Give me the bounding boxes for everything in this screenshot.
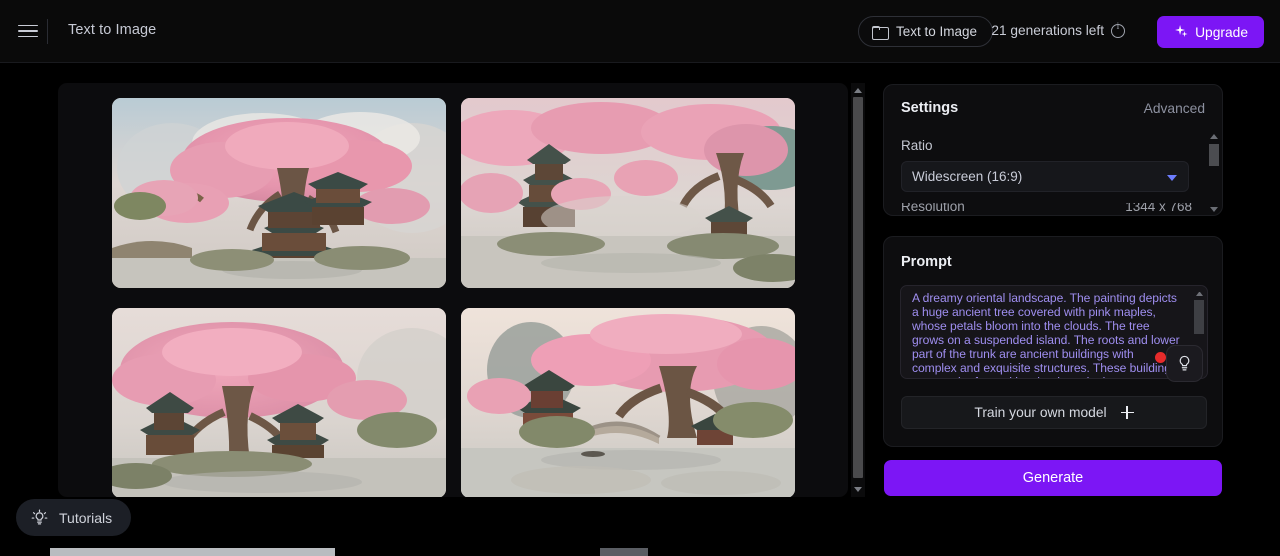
upgrade-button[interactable]: Upgrade	[1157, 16, 1264, 48]
settings-title: Settings	[901, 100, 959, 116]
settings-panel-header: Settings Advanced	[901, 100, 1205, 116]
hamburger-line	[18, 30, 38, 32]
canvas-vertical-scrollbar[interactable]	[851, 83, 865, 497]
generated-image-thumbnail[interactable]	[112, 98, 446, 288]
scroll-up-arrow-icon[interactable]	[1210, 133, 1218, 139]
project-chip-label: Text to Image	[895, 24, 977, 39]
project-chip-text-to-image[interactable]: Text to Image	[857, 16, 993, 47]
generations-left-label: 21 generations left	[991, 23, 1104, 38]
train-model-label: Train your own model	[974, 405, 1107, 420]
scroll-down-arrow-icon[interactable]	[1210, 207, 1218, 213]
scrollbar-thumb[interactable]	[853, 97, 863, 478]
settings-panel: Settings Advanced Ratio Widescreen (16:9…	[883, 84, 1223, 216]
prompt-title: Prompt	[901, 254, 952, 270]
generated-image-thumbnail[interactable]	[112, 308, 446, 497]
ratio-label: Ratio	[901, 138, 933, 153]
resolution-row: Resolution 1344 x 768	[901, 199, 1192, 215]
hamburger-line	[18, 24, 38, 27]
image-results-canvas	[58, 83, 848, 497]
prompt-textarea[interactable]: A dreamy oriental landscape. The paintin…	[900, 285, 1208, 379]
ratio-select[interactable]: Widescreen (16:9)	[901, 161, 1189, 192]
generated-image-thumbnail[interactable]	[461, 98, 795, 288]
scrollbar-thumb-secondary[interactable]	[600, 548, 648, 556]
info-icon[interactable]	[1111, 22, 1125, 38]
advanced-link[interactable]: Advanced	[1144, 101, 1205, 116]
train-your-own-model-button[interactable]: Train your own model	[901, 396, 1207, 429]
scrollbar-thumb[interactable]	[1194, 300, 1204, 334]
hamburger-menu-icon[interactable]	[18, 20, 38, 42]
scroll-up-arrow-icon[interactable]	[1195, 291, 1203, 296]
prompt-tip-button[interactable]	[1166, 345, 1203, 382]
scroll-up-arrow-icon[interactable]	[854, 87, 862, 93]
image-grid	[112, 98, 795, 497]
header-divider	[47, 19, 48, 44]
generated-image-4	[461, 308, 795, 497]
generated-image-thumbnail[interactable]	[461, 308, 795, 497]
hamburger-line	[18, 35, 38, 38]
scroll-down-arrow-icon[interactable]	[854, 487, 862, 493]
page-title: Text to Image	[68, 22, 157, 38]
folder-icon	[871, 25, 889, 40]
generated-image-3	[112, 308, 446, 497]
page-horizontal-scrollbar[interactable]	[0, 548, 1280, 556]
upgrade-button-label: Upgrade	[1195, 24, 1248, 40]
settings-scrollbar[interactable]	[1207, 133, 1220, 213]
notification-badge-dot	[1155, 352, 1166, 363]
prompt-text-value: A dreamy oriental landscape. The paintin…	[912, 291, 1180, 378]
scrollbar-thumb[interactable]	[50, 548, 335, 556]
plus-icon	[1120, 406, 1134, 419]
lightbulb-icon	[1179, 355, 1190, 371]
top-bar: Text to Image Text to Image 21 generatio…	[0, 0, 1280, 63]
sparkle-icon	[1173, 25, 1187, 39]
resolution-label: Resolution	[901, 202, 965, 212]
chevron-down-icon	[1167, 175, 1177, 181]
tutorials-label: Tutorials	[59, 509, 113, 526]
generated-image-1	[112, 98, 446, 288]
generations-left: 21 generations left	[991, 22, 1125, 38]
ratio-value: Widescreen (16:9)	[912, 169, 1023, 184]
lightbulb-rays-icon	[31, 509, 48, 525]
generated-image-2	[461, 98, 795, 288]
tutorials-button[interactable]: Tutorials	[16, 499, 132, 536]
scrollbar-thumb[interactable]	[1209, 144, 1219, 166]
resolution-value: 1344 x 768	[1125, 202, 1192, 212]
generate-button[interactable]: Generate	[884, 460, 1222, 496]
